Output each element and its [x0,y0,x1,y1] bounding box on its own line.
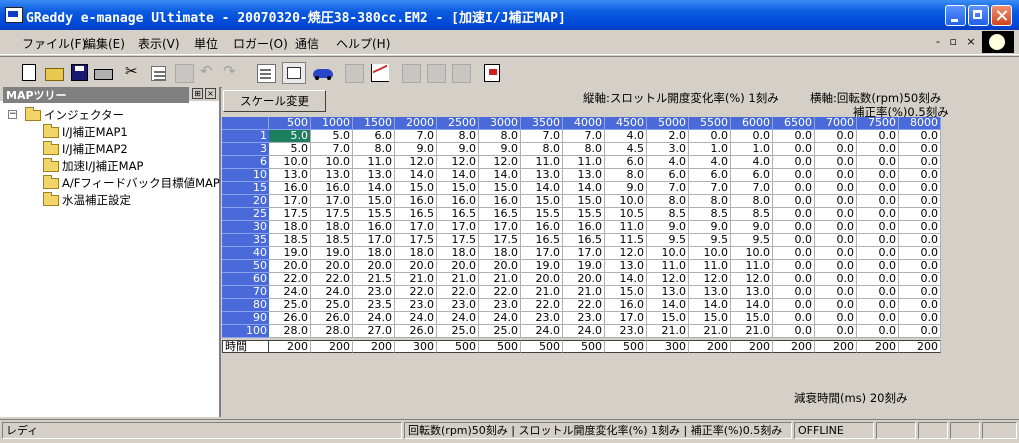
table-cell[interactable]: 24.0 [563,325,605,338]
application-window: GReddy e-manage Ultimate - 20070320-焼圧38… [0,0,1019,443]
close-pane-icon[interactable]: × [205,88,216,99]
status-ready: レディ [2,422,402,439]
menu-view[interactable]: 表示(V) [138,35,180,52]
mdi-window-controls[interactable]: - ▫ × [936,35,979,48]
title-bar[interactable]: GReddy e-manage Ultimate - 20070320-焼圧38… [0,0,1019,30]
window2-icon[interactable] [427,64,446,83]
table-cell[interactable]: 24.0 [521,325,563,338]
vertical-axis-label: 縦軸:スロットル開度変化率(%) 1刻み [583,91,779,105]
decay-cell[interactable]: 200 [311,340,353,353]
scale-change-button[interactable]: スケール変更 [223,90,326,112]
flag-icon[interactable] [484,64,500,82]
decay-time-label: 減衰時間(ms) 20刻み [794,391,908,405]
redo-icon[interactable]: ↷ [223,64,240,81]
graph-icon[interactable] [371,64,389,82]
table-cell[interactable]: 0.0 [815,325,857,338]
cut-icon[interactable]: ✂ [125,64,142,81]
decay-cell[interactable]: 200 [731,340,773,353]
logo-icon [982,31,1014,53]
map-tree-pane: MAPツリー ⊞ × − インジェクター I/J補正MAP1 I/J補正MAP2… [0,87,221,417]
status-connection: OFFLINE [794,422,874,439]
status-panel [950,422,980,439]
save-icon[interactable] [71,64,88,81]
pane-header: MAPツリー ⊞ × [0,87,219,103]
table-cell[interactable]: 0.0 [857,325,899,338]
decay-cell[interactable]: 500 [479,340,521,353]
window3-icon[interactable] [452,64,471,83]
decay-cell[interactable]: 500 [437,340,479,353]
collapse-icon[interactable]: − [8,110,17,119]
menu-edit[interactable]: 編集(E) [84,35,125,52]
menu-logger[interactable]: ロガー(O) [233,35,288,52]
open-folder-icon[interactable] [45,68,64,81]
decay-cell[interactable]: 200 [857,340,899,353]
folder-icon [43,124,59,138]
menu-comm[interactable]: 通信 [295,35,319,52]
folder-icon [43,175,59,189]
status-panel [876,422,916,439]
close-button[interactable] [991,5,1012,26]
menu-help[interactable]: ヘルプ(H) [336,35,390,52]
copy-icon[interactable] [151,66,166,81]
row-header: 100 [222,325,269,338]
status-bar: レディ 回転数(rpm)50刻み | スロットル開度変化率(%) 1刻み | 補… [0,419,1019,443]
decay-cell[interactable]: 300 [647,340,689,353]
decay-cell[interactable]: 200 [899,340,941,353]
decay-cell[interactable]: 500 [563,340,605,353]
app-icon[interactable] [5,7,23,23]
status-info: 回転数(rpm)50刻み | スロットル開度変化率(%) 1刻み | 補正率(%… [404,422,792,439]
window-icon[interactable] [402,64,421,83]
table-cell[interactable]: 0.0 [773,325,815,338]
table-cell[interactable]: 21.0 [731,325,773,338]
map-view-icon[interactable] [282,62,306,84]
folder-icon [43,192,59,206]
decay-cell[interactable]: 200 [773,340,815,353]
table-cell[interactable]: 23.0 [605,325,647,338]
pane-title: MAPツリー [3,87,189,103]
folder-icon [43,158,59,172]
menu-file[interactable]: ファイル(F) [22,35,86,52]
decay-cell[interactable]: 300 [395,340,437,353]
decay-cell[interactable]: 200 [815,340,857,353]
table-cell[interactable]: 21.0 [647,325,689,338]
table-cell[interactable]: 0.0 [899,325,941,338]
map-editor: スケール変更 縦軸:スロットル開度変化率(%) 1刻み 横軸:回転数(rpm)5… [222,87,1019,417]
list-icon[interactable] [345,64,364,83]
print-icon[interactable] [94,69,113,80]
table-cell[interactable]: 25.0 [437,325,479,338]
menu-unit[interactable]: 単位 [194,35,218,52]
minimize-button[interactable] [945,5,966,26]
paste-icon[interactable] [175,64,194,83]
decay-cell[interactable]: 500 [605,340,647,353]
new-file-icon[interactable] [22,64,36,81]
undo-icon[interactable]: ↶ [200,64,217,81]
folder-icon [43,141,59,155]
table-cell[interactable]: 27.0 [353,325,395,338]
decay-cell[interactable]: 200 [353,340,395,353]
window-title: GReddy e-manage Ultimate - 20070320-焼圧38… [26,11,566,26]
status-panel [982,422,1017,439]
decay-cell[interactable]: 200 [689,340,731,353]
pin-icon[interactable]: ⊞ [192,88,203,99]
table-cell[interactable]: 28.0 [269,325,311,338]
table-cell[interactable]: 25.0 [479,325,521,338]
table-cell[interactable]: 21.0 [689,325,731,338]
table-cell[interactable]: 28.0 [311,325,353,338]
toolbar: ✂ ↶ ↷ [0,56,1019,88]
table-cell[interactable]: 26.0 [395,325,437,338]
tile-icon[interactable] [257,64,276,83]
car-icon[interactable] [313,69,333,80]
maximize-button[interactable] [968,5,989,26]
menu-bar: ファイル(F) 編集(E) 表示(V) 単位 ロガー(O) 通信 ヘルプ(H) … [0,30,1019,55]
decay-cell[interactable]: 500 [521,340,563,353]
decay-cell[interactable]: 200 [269,340,311,353]
folder-icon [25,107,41,121]
status-panel [918,422,948,439]
decay-row-header: 時間 [222,340,269,353]
